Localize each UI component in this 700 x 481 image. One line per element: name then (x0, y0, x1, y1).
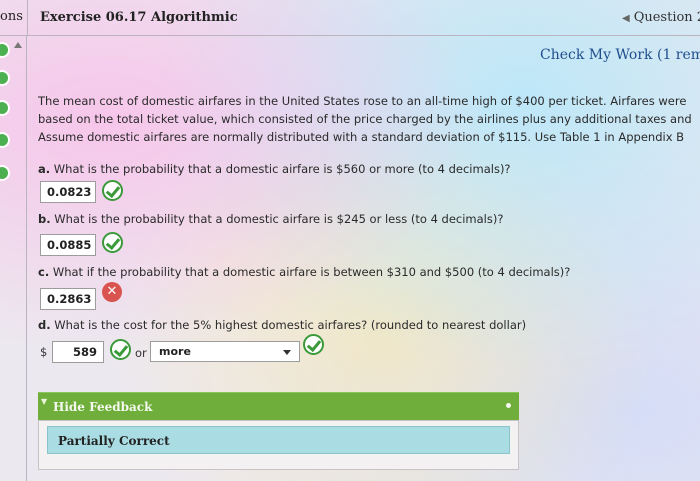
rail-status-dot[interactable] (0, 100, 10, 116)
exercise-title: Exercise 06.17 Algorithmic (40, 10, 238, 25)
more-less-select[interactable]: more (150, 341, 300, 362)
top-bar: ons Exercise 06.17 Algorithmic ◀ Question… (0, 0, 700, 36)
question-c: c. What if the probability that a domest… (38, 265, 570, 279)
question-letter: d. (38, 318, 51, 332)
dot-icon (506, 403, 511, 408)
check-circle-icon (110, 339, 131, 360)
intro-line: Assume domestic airfares are normally di… (38, 130, 685, 144)
feedback-panel: Partially Correct (38, 420, 519, 470)
left-rail (0, 36, 27, 481)
question-label: Question 2 (633, 10, 700, 25)
rail-status-dot[interactable] (0, 70, 10, 86)
feedback-toggle[interactable]: ▼ Hide Feedback (38, 392, 519, 420)
rail-status-dot[interactable] (0, 42, 10, 58)
question-nav[interactable]: ◀ Question 2 (622, 10, 700, 25)
check-circle-icon (102, 180, 123, 201)
check-my-work-link[interactable]: Check My Work (1 remaini (540, 47, 700, 63)
question-a: a. What is the probability that a domest… (38, 162, 511, 176)
question-letter: b. (38, 212, 51, 226)
question-text: What is the probability that a domestic … (54, 212, 504, 226)
answer-field-d[interactable]: 589 (52, 341, 104, 363)
intro-line: based on the total ticket value, which c… (38, 112, 692, 126)
divider (27, 0, 28, 36)
rail-status-dot[interactable] (0, 132, 10, 148)
answer-field-c[interactable]: 0.2863 (40, 288, 96, 310)
scroll-up-icon[interactable] (14, 42, 22, 48)
answer-field-b[interactable]: 0.0885 (40, 234, 96, 256)
chevron-down-icon (283, 350, 291, 355)
check-circle-icon (102, 232, 123, 253)
currency-symbol: $ (40, 345, 48, 359)
answer-field-a[interactable]: 0.0823 (40, 181, 96, 203)
question-text: What is the probability that a domestic … (53, 162, 511, 176)
question-d: d. What is the cost for the 5% highest d… (38, 318, 526, 332)
feedback-result: Partially Correct (58, 434, 170, 448)
question-text: What is the cost for the 5% highest dome… (54, 318, 527, 332)
caret-left-icon[interactable]: ◀ (622, 13, 630, 24)
question-b: b. What is the probability that a domest… (38, 212, 503, 226)
check-circle-icon (303, 334, 324, 355)
intro-line: The mean cost of domestic airfares in th… (38, 94, 687, 108)
triangle-down-icon: ▼ (41, 397, 48, 406)
or-label: or (135, 346, 147, 360)
problem-intro: The mean cost of domestic airfares in th… (38, 92, 700, 146)
rail-status-dot[interactable] (0, 165, 10, 181)
feedback-result-box: Partially Correct (47, 426, 510, 454)
select-value: more (159, 345, 191, 358)
question-letter: c. (38, 265, 50, 279)
question-text: What if the probability that a domestic … (52, 265, 571, 279)
hide-feedback-label: Hide Feedback (53, 400, 153, 414)
question-letter: a. (38, 162, 51, 176)
left-tab[interactable]: ons (0, 9, 23, 24)
x-circle-icon: ✕ (102, 282, 122, 302)
